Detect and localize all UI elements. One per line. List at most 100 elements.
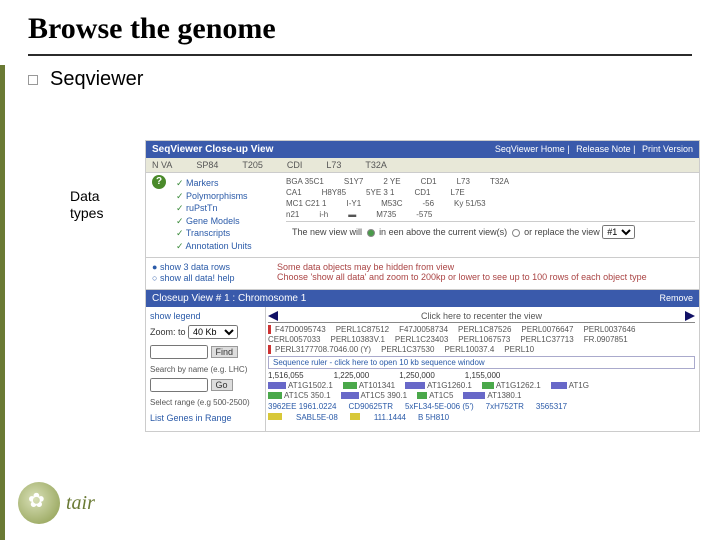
gene-id[interactable]: AT1G1262.1: [496, 381, 541, 390]
marker-id[interactable]: 7xH752TR: [486, 402, 524, 411]
coord: 1,155,000: [465, 371, 501, 380]
datatype-markers[interactable]: Markers: [176, 177, 286, 190]
gene-model-glyph[interactable]: [405, 382, 425, 389]
feature-id[interactable]: PERL0076647: [521, 325, 573, 334]
marker-id[interactable]: CD90625TR: [349, 402, 393, 411]
gene-id[interactable]: AT1C5: [429, 391, 453, 400]
locus[interactable]: S1Y7: [344, 177, 364, 186]
link-print-version[interactable]: Print Version: [642, 144, 693, 154]
locus[interactable]: 2 YE: [383, 177, 400, 186]
gene-id[interactable]: AT1G1260.1: [427, 381, 472, 390]
locus[interactable]: M735: [376, 210, 396, 219]
feature-id[interactable]: F47D0095743: [275, 325, 326, 334]
feature-id[interactable]: PERL10037.4: [444, 345, 494, 354]
feature-id[interactable]: PERL1C37713: [520, 335, 573, 344]
locus[interactable]: CD1: [415, 188, 431, 197]
locus[interactable]: n21: [286, 210, 299, 219]
gene-model-glyph[interactable]: [463, 392, 485, 399]
view-opts-insert: in een above the current view(s): [379, 227, 507, 237]
marker-id[interactable]: B 5H810: [418, 413, 449, 422]
locus[interactable]: -56: [422, 199, 434, 208]
gene-id[interactable]: AT1C5 390.1: [361, 391, 408, 400]
seqviewer-panel: SeqViewer Close-up View SeqViewer Home |…: [145, 140, 700, 432]
search-name-input[interactable]: [150, 345, 208, 359]
scroll-left-icon[interactable]: [268, 311, 278, 321]
feature-id[interactable]: PERL1067573: [458, 335, 510, 344]
gene-id[interactable]: AT1G1502.1: [288, 381, 333, 390]
feature-id[interactable]: PERL1C87512: [336, 325, 389, 334]
go-button[interactable]: Go: [211, 379, 233, 391]
marker-id[interactable]: 5xFL34-5E-006 (5'): [405, 402, 474, 411]
remove-view-link[interactable]: Remove: [659, 293, 693, 304]
gene-model-glyph[interactable]: [268, 382, 286, 389]
link-seqviewer-home[interactable]: SeqViewer Home: [495, 144, 565, 154]
sequence-ruler-link[interactable]: Sequence ruler - click here to open 10 k…: [268, 356, 695, 369]
list-genes-link[interactable]: List Genes in Range: [150, 413, 261, 423]
locus[interactable]: CA1: [286, 188, 302, 197]
gene-model-glyph[interactable]: [551, 382, 567, 389]
scroll-right-icon[interactable]: [685, 311, 695, 321]
locus[interactable]: I-Y1: [346, 199, 361, 208]
gene-model-glyph[interactable]: [482, 382, 494, 389]
ruler-tick: T32A: [365, 160, 387, 170]
locus[interactable]: i-h: [319, 210, 328, 219]
gene-model-glyph[interactable]: [343, 382, 357, 389]
insertion-glyph[interactable]: [350, 413, 360, 420]
gene-id[interactable]: AT1G: [569, 381, 589, 390]
locus[interactable]: CD1: [421, 177, 437, 186]
feature-id[interactable]: F47J0058734: [399, 325, 448, 334]
datatype-rupsttn[interactable]: ruPstTn: [176, 202, 286, 215]
feature-id[interactable]: PERL3177708.7046.00 (Y): [275, 345, 371, 354]
zoom-select[interactable]: 40 Kb: [188, 325, 238, 339]
bullet-square-icon: [28, 75, 38, 85]
locus[interactable]: Ky 51/53: [454, 199, 486, 208]
radio-show-3-rows[interactable]: show 3 data rows: [152, 262, 267, 274]
datatype-annotation-units[interactable]: Annotation Units: [176, 240, 286, 253]
seqviewer-header-links: SeqViewer Home | Release Note | Print Ve…: [491, 144, 693, 155]
gene-model-glyph[interactable]: [417, 392, 427, 399]
datatype-gene-models[interactable]: Gene Models: [176, 215, 286, 228]
locus[interactable]: -575: [416, 210, 432, 219]
feature-id[interactable]: CERL0057033: [268, 335, 320, 344]
show-legend-link[interactable]: show legend: [150, 311, 261, 321]
locus[interactable]: ▬: [348, 210, 356, 219]
datatype-transcripts[interactable]: Transcripts: [176, 227, 286, 240]
feature-id[interactable]: PERL0037646: [583, 325, 635, 334]
locus[interactable]: H8Y85: [322, 188, 346, 197]
locus[interactable]: L73: [457, 177, 470, 186]
help-icon[interactable]: ?: [152, 175, 166, 189]
feature-id[interactable]: PERL1C87526: [458, 325, 511, 334]
marker-id[interactable]: SABL5E-08: [296, 413, 338, 422]
gene-id[interactable]: AT1380.1: [487, 391, 521, 400]
marker-id[interactable]: 3565317: [536, 402, 567, 411]
feature-id[interactable]: PERL10383V.1: [330, 335, 384, 344]
find-button[interactable]: Find: [211, 346, 239, 358]
locus[interactable]: L7E: [451, 188, 465, 197]
range-input[interactable]: [150, 378, 208, 392]
gene-model-glyph[interactable]: [268, 392, 282, 399]
marker-id[interactable]: 3962EE 1961.0224: [268, 402, 337, 411]
radio-insert-icon[interactable]: [367, 229, 375, 237]
link-release-note[interactable]: Release Note: [576, 144, 631, 154]
view-select[interactable]: #1: [602, 225, 635, 239]
feature-id[interactable]: PERL1C23403: [395, 335, 448, 344]
datatype-polymorphisms[interactable]: Polymorphisms: [176, 190, 286, 203]
radio-replace-icon[interactable]: [512, 229, 520, 237]
gene-id[interactable]: AT101341: [359, 381, 395, 390]
locus[interactable]: M53C: [381, 199, 402, 208]
recenter-bar[interactable]: Click here to recenter the view: [268, 311, 695, 323]
locus[interactable]: T32A: [490, 177, 509, 186]
feature-id[interactable]: FR.0907851: [584, 335, 628, 344]
locus[interactable]: MC1 C21 1: [286, 199, 326, 208]
feature-id[interactable]: PERL1C37530: [381, 345, 434, 354]
slide-left-bar: [0, 65, 5, 540]
locus[interactable]: BGA 35C1: [286, 177, 324, 186]
gene-id[interactable]: AT1C5 350.1: [284, 391, 331, 400]
marker-id[interactable]: 111.1444: [374, 413, 406, 422]
gene-model-glyph[interactable]: [341, 392, 359, 399]
radio-show-all-data[interactable]: show all data! help: [152, 273, 267, 285]
locus[interactable]: 5YE 3 1: [366, 188, 394, 197]
ruler-tick: SP84: [196, 160, 218, 170]
insertion-glyph[interactable]: [268, 413, 282, 420]
feature-id[interactable]: PERL10: [504, 345, 534, 354]
